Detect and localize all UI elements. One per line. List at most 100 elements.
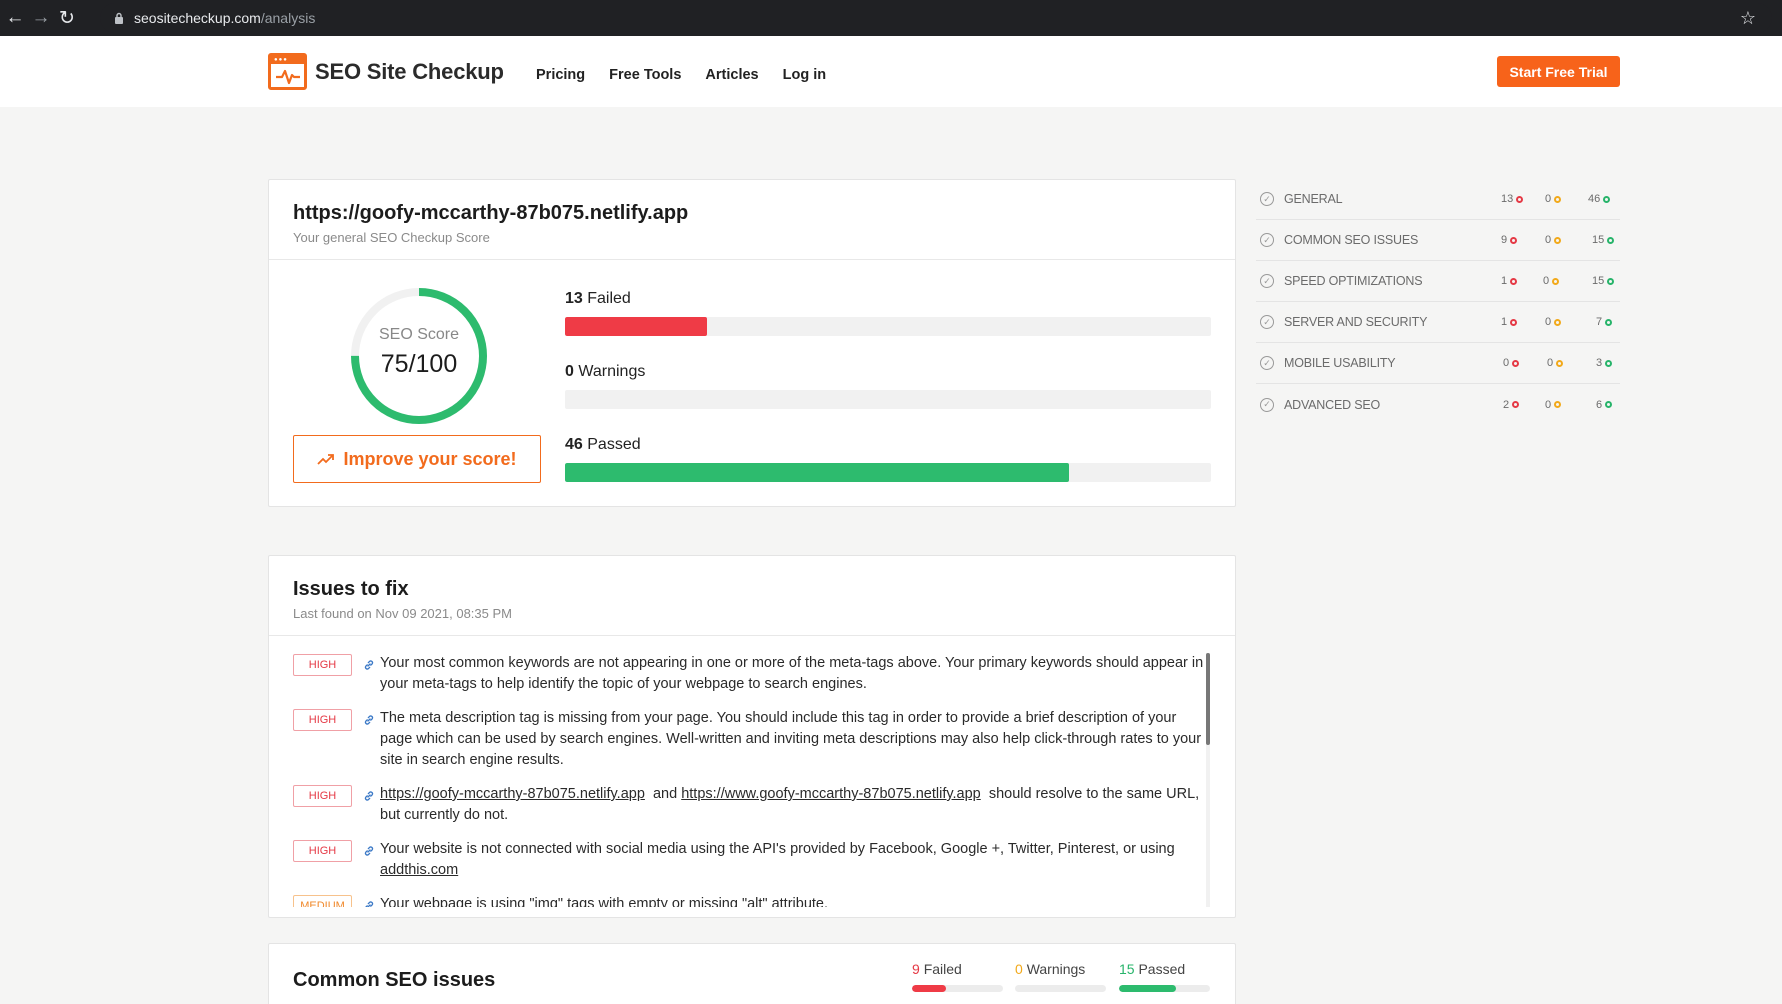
issue-text: Your most common keywords are not appear… (380, 655, 1204, 692)
issue-item: HIGH Your website is not connected with … (293, 839, 1209, 881)
common-warnings-count: 0 (1015, 961, 1023, 977)
failed-count: 13 (1501, 193, 1514, 205)
sidebar-item-label: COMMON SEO ISSUES (1284, 233, 1419, 247)
common-seo-title: Common SEO issues (293, 969, 496, 991)
failed-count: 1 (1501, 275, 1508, 287)
sidebar-item-label: GENERAL (1284, 192, 1343, 206)
common-failed-stat: 9 Failed (912, 961, 1003, 992)
link-icon[interactable] (363, 790, 375, 802)
check-circle-icon: ✓ (1260, 397, 1274, 412)
addthis-link[interactable]: addthis.com (380, 862, 458, 878)
failed-count: 1 (1501, 316, 1508, 328)
link-icon[interactable] (363, 900, 375, 907)
warnings-label: Warnings (578, 363, 646, 380)
sidebar-item-general[interactable]: ✓ GENERAL 13 0 46 (1256, 179, 1620, 220)
check-circle-icon: ✓ (1260, 274, 1274, 288)
passed-count: 15 (1592, 275, 1605, 287)
common-seo-card: Common SEO issues 9 Failed 0 Warnings 15… (268, 943, 1236, 1004)
check-circle-icon: ✓ (1260, 233, 1274, 247)
common-passed-count: 15 (1119, 961, 1135, 977)
back-arrow-icon[interactable]: ← (2, 5, 28, 31)
common-warnings-stat: 0 Warnings (1015, 961, 1106, 992)
issues-subtitle: Last found on Nov 09 2021, 08:35 PM (293, 606, 512, 621)
common-failed-count: 9 (912, 961, 920, 977)
severity-badge: HIGH (293, 654, 352, 676)
issue-item: HIGH https://goofy-mccarthy-87b075.netli… (293, 784, 1209, 826)
address-bar[interactable]: seositecheckup.com/analysis ☆ (100, 3, 1772, 33)
sidebar-item-advanced-seo[interactable]: ✓ ADVANCED SEO 2 0 6 (1256, 384, 1620, 425)
severity-badge: HIGH (293, 709, 352, 731)
url-link-1[interactable]: https://goofy-mccarthy-87b075.netlify.ap… (380, 786, 645, 802)
site-logo[interactable]: ●●● SEO Site Checkup (268, 53, 504, 90)
check-circle-icon: ✓ (1260, 192, 1274, 206)
brand-name: SEO Site Checkup (315, 58, 504, 84)
seo-score-gauge: SEO Score 75/100 (347, 284, 491, 428)
gauge-label: SEO Score (378, 326, 460, 343)
issues-title: Issues to fix (293, 578, 409, 600)
score-card: https://goofy-mccarthy-87b075.netlify.ap… (268, 179, 1236, 507)
passed-stat: 46 Passed (565, 436, 1211, 482)
passed-count: 3 (1596, 357, 1603, 369)
browser-toolbar: ← → ↻ seositecheckup.com/analysis ☆ (0, 0, 1782, 36)
failed-count: 13 (565, 290, 583, 307)
issue-item: HIGH Your most common keywords are not a… (293, 653, 1209, 695)
warnings-count: 0 (1545, 398, 1552, 411)
failed-count: 0 (1503, 357, 1510, 369)
link-icon[interactable] (363, 845, 375, 857)
issue-text-mid: and (652, 786, 678, 802)
failed-count: 2 (1503, 398, 1510, 411)
issue-text: The meta description tag is missing from… (380, 710, 1202, 768)
link-icon[interactable] (363, 714, 375, 726)
passed-count: 46 (1588, 193, 1601, 205)
issue-item: HIGH The meta description tag is missing… (293, 708, 1209, 771)
main-nav: Pricing Free Tools Articles Log in (536, 67, 826, 83)
sidebar-item-label: SERVER AND SECURITY (1284, 315, 1428, 329)
link-icon[interactable] (363, 659, 375, 671)
bookmark-star-icon[interactable]: ☆ (1740, 8, 1756, 29)
url-text: seositecheckup.com/analysis (134, 10, 316, 26)
forward-arrow-icon[interactable]: → (28, 5, 54, 31)
passed-count: 6 (1596, 398, 1603, 411)
check-circle-icon: ✓ (1260, 356, 1274, 370)
issue-text: https://goofy-mccarthy-87b075.netlify.ap… (380, 784, 1209, 826)
issue-text: Your website is not connected with socia… (380, 839, 1209, 881)
passed-count: 15 (1592, 234, 1605, 246)
start-free-trial-button[interactable]: Start Free Trial (1497, 56, 1620, 87)
warnings-stat: 0 Warnings (565, 363, 1211, 409)
score-subtitle: Your general SEO Checkup Score (293, 230, 490, 245)
warnings-count: 0 (1545, 234, 1552, 246)
reload-icon[interactable]: ↻ (54, 5, 80, 31)
warnings-count: 0 (565, 363, 574, 380)
sidebar-item-common-seo-issues[interactable]: ✓ COMMON SEO ISSUES 9 0 15 (1256, 220, 1620, 261)
failed-stat: 13 Failed (565, 290, 1211, 336)
nav-pricing[interactable]: Pricing (536, 67, 585, 83)
issues-list[interactable]: HIGH Your most common keywords are not a… (293, 653, 1209, 907)
passed-progress-bar (565, 463, 1211, 482)
nav-articles[interactable]: Articles (705, 67, 758, 83)
failed-progress-bar (565, 317, 1211, 336)
sidebar-item-label: SPEED OPTIMIZATIONS (1284, 274, 1423, 288)
url-link-2[interactable]: https://www.goofy-mccarthy-87b075.netlif… (681, 786, 981, 802)
trending-up-icon (317, 454, 335, 465)
issues-scrollbar[interactable] (1206, 653, 1210, 907)
improve-score-button[interactable]: Improve your score! (293, 435, 541, 483)
check-circle-icon: ✓ (1260, 315, 1274, 329)
common-warnings-label: Warnings (1026, 961, 1086, 977)
site-header: ●●● SEO Site Checkup Pricing Free Tools … (0, 36, 1782, 107)
warnings-count: 0 (1545, 316, 1552, 328)
severity-badge: MEDIUM (293, 895, 352, 907)
scrollbar-thumb[interactable] (1206, 653, 1210, 745)
passed-label: Passed (587, 436, 641, 453)
common-passed-stat: 15 Passed (1119, 961, 1210, 992)
common-passed-bar (1119, 985, 1210, 992)
gauge-value: 75/100 (380, 350, 458, 378)
sidebar-item-mobile-usability[interactable]: ✓ MOBILE USABILITY 0 0 3 (1256, 343, 1620, 384)
common-warnings-bar (1015, 985, 1106, 992)
logo-pulse-icon: ●●● (268, 53, 307, 90)
issue-text: Your webpage is using "img" tags with em… (380, 896, 829, 907)
sidebar-item-speed-optimizations[interactable]: ✓ SPEED OPTIMIZATIONS 1 0 15 (1256, 261, 1620, 302)
nav-log-in[interactable]: Log in (783, 67, 827, 83)
nav-free-tools[interactable]: Free Tools (609, 67, 681, 83)
warnings-progress-bar (565, 390, 1211, 409)
sidebar-item-server-and-security[interactable]: ✓ SERVER AND SECURITY 1 0 7 (1256, 302, 1620, 343)
